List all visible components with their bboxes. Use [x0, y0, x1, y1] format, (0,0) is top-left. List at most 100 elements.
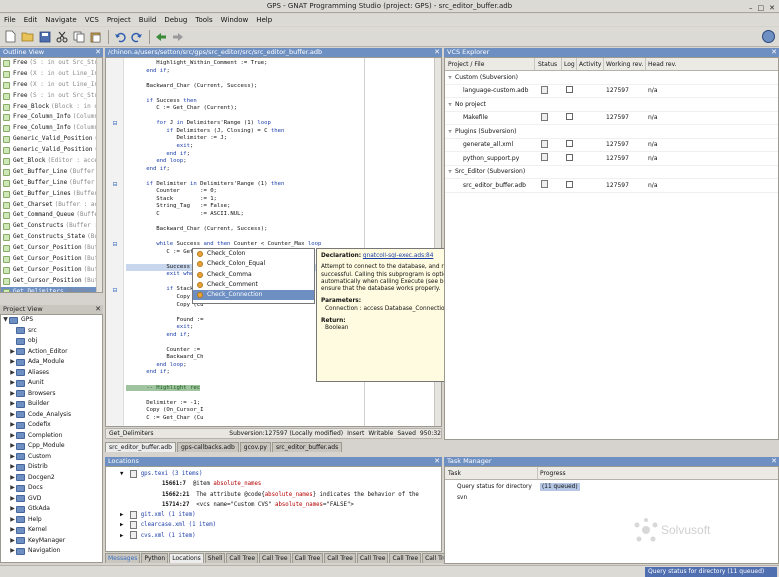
- expand-arrow-icon[interactable]: ▼: [120, 471, 123, 477]
- project-item[interactable]: ▶ Distrib: [1, 462, 102, 473]
- log-checkbox[interactable]: [566, 140, 573, 148]
- collapse-arrow-icon[interactable]: ▿: [445, 101, 455, 108]
- outline-item[interactable]: Get_Cursor_Position (Buff: [1, 276, 102, 287]
- code-line[interactable]: end loop;: [126, 158, 431, 166]
- column-header[interactable]: Project / File: [445, 58, 535, 70]
- column-header[interactable]: Progress: [538, 467, 566, 479]
- project-item[interactable]: ▶ Completion: [1, 431, 102, 442]
- menu-navigate[interactable]: Navigate: [45, 16, 76, 24]
- insert-mode[interactable]: Insert: [343, 429, 364, 438]
- expand-arrow-icon[interactable]: ▶: [9, 483, 16, 494]
- outline-item[interactable]: Get_Command_Queue (Buffer: [1, 210, 102, 221]
- outline-item[interactable]: Free (X : in out Line_Info: [1, 69, 102, 80]
- code-line[interactable]: [126, 234, 431, 242]
- code-line[interactable]: -- Highlight rec: [126, 384, 431, 393]
- column-header[interactable]: Activity: [577, 58, 604, 70]
- bottom-tab[interactable]: Call Tree: [226, 553, 259, 563]
- code-line[interactable]: Highlight_Within_Comment := True;: [126, 60, 431, 68]
- close-icon[interactable]: ✕: [434, 48, 440, 57]
- code-line[interactable]: end if;: [126, 68, 431, 76]
- code-line[interactable]: C := ASCII.NUL;: [126, 211, 431, 219]
- expand-arrow-icon[interactable]: ▶: [9, 389, 16, 400]
- menu-edit[interactable]: Edit: [24, 16, 38, 24]
- bottom-tab[interactable]: Call Tree: [291, 553, 324, 563]
- project-item[interactable]: ▶ Aliases: [1, 368, 102, 379]
- fold-marker-icon[interactable]: ⊟: [106, 181, 124, 189]
- code-line[interactable]: exit;: [126, 143, 431, 151]
- expand-arrow-icon[interactable]: [9, 326, 16, 337]
- outline-item[interactable]: Get_Buffer_Lines (Buffer :: [1, 189, 102, 200]
- code-line[interactable]: [126, 392, 431, 400]
- outline-item[interactable]: Free_Block (Block : in out: [1, 102, 102, 113]
- declaration-link[interactable]: gnatcoll-sql-exec.ads:84: [363, 253, 434, 259]
- vcs-file-row[interactable]: python_support.py 127597 n/a: [445, 152, 778, 166]
- expand-arrow-icon[interactable]: ▶: [9, 410, 16, 421]
- expand-arrow-icon[interactable]: [9, 336, 16, 347]
- editor-tab[interactable]: gcov.py: [239, 442, 271, 452]
- completion-item[interactable]: Check_Comma: [193, 270, 314, 280]
- menu-window[interactable]: Window: [221, 16, 249, 24]
- writable-status[interactable]: Writable: [364, 429, 393, 438]
- bottom-tab[interactable]: Call Tree: [356, 553, 389, 563]
- project-item[interactable]: ▶ KeyManager: [1, 536, 102, 547]
- expand-arrow-icon[interactable]: ▶: [9, 452, 16, 463]
- bottom-tab[interactable]: Call Tree: [324, 553, 356, 563]
- code-line[interactable]: [126, 422, 431, 426]
- project-item[interactable]: ▶ Codefix: [1, 420, 102, 431]
- completion-item[interactable]: Check_Comment: [193, 280, 314, 290]
- expand-arrow-icon[interactable]: ▶: [9, 368, 16, 379]
- outline-item[interactable]: Free_Column_Info (Column_I: [1, 123, 102, 134]
- editor-tab[interactable]: gps-callbacks.adb: [176, 442, 239, 452]
- outline-item[interactable]: Free (S : in out Src_Strin: [1, 58, 102, 69]
- project-item[interactable]: ▶ Browsers: [1, 389, 102, 400]
- expand-arrow-icon[interactable]: ▶: [120, 512, 123, 518]
- expand-arrow-icon[interactable]: ▶: [120, 522, 123, 528]
- copy-icon[interactable]: [71, 29, 86, 44]
- project-item[interactable]: obj: [1, 336, 102, 347]
- log-checkbox[interactable]: [566, 113, 573, 121]
- expand-arrow-icon[interactable]: ▶: [9, 515, 16, 526]
- code-line[interactable]: Backward_Char (Current, Success);: [126, 83, 431, 91]
- outline-item[interactable]: Get_Constructs (Buffer : a: [1, 221, 102, 232]
- vcs-group-row[interactable]: ▿ Custom (Subversion): [445, 71, 778, 85]
- project-item[interactable]: ▶ GVD: [1, 494, 102, 505]
- vcs-status[interactable]: Subversion:127597 (Locally modified): [215, 429, 343, 438]
- expand-arrow-icon[interactable]: ▶: [9, 357, 16, 368]
- menu-tools[interactable]: Tools: [195, 16, 212, 24]
- location-file[interactable]: ▶ git.xml (1 item): [106, 510, 441, 520]
- column-header[interactable]: Working rev.: [604, 58, 646, 70]
- column-header[interactable]: Head rev.: [646, 58, 686, 70]
- project-item[interactable]: ▶ GtkAda: [1, 504, 102, 515]
- project-item[interactable]: ▶ Navigation: [1, 546, 102, 557]
- expand-arrow-icon[interactable]: ▶: [9, 504, 16, 515]
- task-row[interactable]: svn: [445, 493, 778, 504]
- outline-item[interactable]: Get_Buffer_Line (Buffer :: [1, 167, 102, 178]
- menu-vcs[interactable]: VCS: [85, 16, 99, 24]
- paste-icon[interactable]: [88, 29, 103, 44]
- close-icon[interactable]: ✕: [434, 457, 440, 466]
- open-folder-icon[interactable]: [20, 29, 35, 44]
- back-icon[interactable]: [153, 29, 168, 44]
- code-line[interactable]: Delimiter := J;: [126, 135, 431, 143]
- cut-icon[interactable]: [54, 29, 69, 44]
- code-line[interactable]: Stack := 1;: [126, 196, 431, 204]
- expand-arrow-icon[interactable]: ▶: [9, 399, 16, 410]
- menu-help[interactable]: Help: [256, 16, 272, 24]
- bottom-tab[interactable]: Shell: [204, 553, 226, 563]
- outline-item[interactable]: Get_Buffer_Line (Buffer :: [1, 178, 102, 189]
- bottom-tab[interactable]: Call Tree: [389, 553, 422, 563]
- log-checkbox[interactable]: [566, 180, 573, 188]
- editor-tab[interactable]: src_editor_buffer.adb: [105, 442, 176, 452]
- code-line[interactable]: end if;: [126, 151, 431, 159]
- location-hit[interactable]: 15714:27 <vcs name="Custom CVS" absolute…: [106, 500, 441, 510]
- tree-root[interactable]: ▼ GPS: [1, 315, 102, 326]
- outline-item[interactable]: Generic_Valid_Position (Bu: [1, 134, 102, 145]
- outline-item[interactable]: Free_Column_Info (Column_I: [1, 112, 102, 123]
- project-item[interactable]: src: [1, 326, 102, 337]
- project-item[interactable]: ▶ Code_Analysis: [1, 410, 102, 421]
- menu-file[interactable]: File: [4, 16, 16, 24]
- expand-arrow-icon[interactable]: ▶: [9, 525, 16, 536]
- outline-item[interactable]: Free (X : in out Line_Info: [1, 80, 102, 91]
- column-header[interactable]: Log: [562, 58, 577, 70]
- completion-item[interactable]: Check_Colon: [193, 249, 314, 259]
